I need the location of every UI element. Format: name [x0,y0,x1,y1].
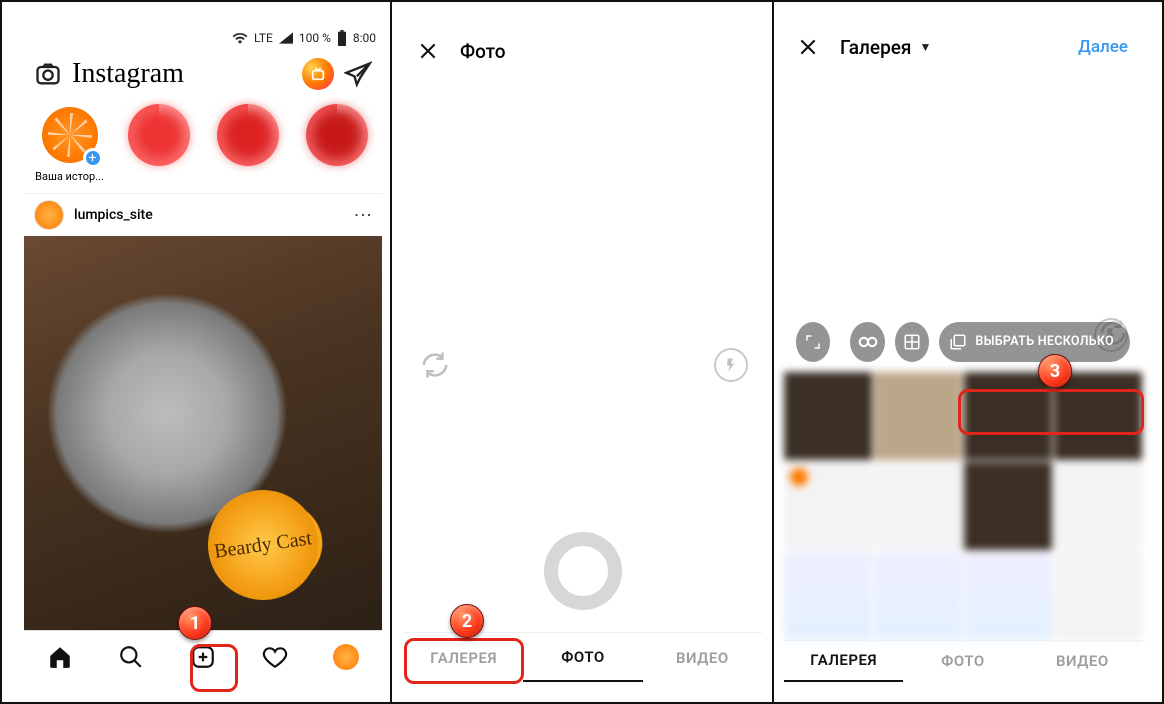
battery-icon [337,30,347,46]
chevron-down-icon[interactable]: ▼ [919,40,931,54]
gallery-grid[interactable] [784,372,1142,640]
source-tabbar: ГАЛЕРЕЯ ФОТО ВИДЕО [404,632,762,682]
screen-3-gallery-picker: Галерея ▼ Далее [784,26,1142,682]
crop-preview[interactable]: ВЫБРАТЬ НЕСКОЛЬКО [784,68,1142,372]
tab-photo[interactable]: ФОТО [523,633,642,682]
instagram-header: Instagram [24,50,382,98]
gallery-thumb[interactable] [1054,462,1142,550]
screen-1-instagram-feed: LTE 100 % 8:00 Instagram + Ваша истор... [24,26,382,682]
gallery-thumb[interactable] [784,552,872,640]
switch-camera-icon[interactable] [420,350,450,380]
post-image[interactable]: Beardy Cast [24,236,382,630]
gallery-thumb[interactable] [964,552,1052,640]
tab-gallery[interactable]: ГАЛЕРЕЯ [404,633,523,682]
crop-toolbar: ВЫБРАТЬ НЕСКОЛЬКО [784,322,1142,362]
story-item[interactable] [212,104,283,193]
nav-profile[interactable] [324,637,368,677]
flash-icon[interactable] [714,348,748,382]
close-icon[interactable] [798,37,818,57]
status-bar: LTE 100 % 8:00 [24,26,382,50]
nav-home[interactable] [38,637,82,677]
select-multiple-label: ВЫБРАТЬ НЕСКОЛЬКО [975,334,1114,349]
post-author-username[interactable]: lumpics_site [74,207,153,223]
gallery-thumb[interactable] [1054,372,1142,460]
topbar: Галерея ▼ Далее [784,26,1142,68]
post-more-icon[interactable]: ⋮ [352,206,373,225]
your-story-label: Ваша истор... [34,170,105,183]
topbar: Фото [404,26,762,76]
annotation-marker-3: 3 [1038,354,1072,388]
gallery-thumb[interactable] [874,372,962,460]
post-sticker: Beardy Cast [201,483,325,607]
select-multiple-button[interactable]: ВЫБРАТЬ НЕСКОЛЬКО [939,322,1130,362]
expand-icon[interactable] [796,322,830,362]
close-icon[interactable] [418,41,438,61]
stack-icon [949,333,967,351]
post-header: lumpics_site ⋮ [24,194,382,236]
source-tabbar: ГАЛЕРЕЯ ФОТО ВИДЕО [784,640,1142,682]
tab-gallery[interactable]: ГАЛЕРЕЯ [784,641,903,682]
switch-camera-icon[interactable] [1098,232,1128,262]
layout-icon[interactable] [895,322,929,362]
instagram-logo: Instagram [72,58,184,90]
next-button[interactable]: Далее [1078,37,1128,57]
gallery-thumb[interactable] [784,372,872,460]
status-time: 8:00 [353,31,376,45]
boomerang-icon[interactable] [850,322,884,362]
nav-search[interactable] [109,637,153,677]
shutter-button[interactable] [544,532,622,610]
nav-add-post[interactable] [181,637,225,677]
camera-icon[interactable] [34,60,62,88]
annotation-marker-1: 1 [178,606,212,640]
signal-icon [279,32,293,44]
tab-photo[interactable]: ФОТО [903,641,1022,682]
wifi-icon [232,32,248,44]
nav-activity[interactable] [253,637,297,677]
direct-messages-icon[interactable] [344,60,372,88]
status-network: LTE [254,31,273,45]
gallery-thumb[interactable] [964,372,1052,460]
camera-preview [404,76,762,632]
stories-tray[interactable]: + Ваша истор... [24,98,382,194]
story-item[interactable] [301,104,372,193]
gallery-thumb[interactable] [1054,552,1142,640]
tab-video[interactable]: ВИДЕО [1023,641,1142,682]
gallery-thumb[interactable] [874,462,962,550]
annotation-marker-2: 2 [450,604,484,638]
tab-video[interactable]: ВИДЕО [643,633,762,682]
status-battery: 100 % [299,31,331,45]
your-story[interactable]: + Ваша истор... [34,104,105,193]
screen-2-photo-capture: Фото ГАЛЕРЕЯ ФОТО ВИДЕО [404,26,762,682]
gallery-thumb[interactable] [874,552,962,640]
story-item[interactable] [123,104,194,193]
gallery-thumb[interactable] [784,462,872,550]
topbar-title: Фото [460,40,506,63]
topbar-title-dropdown[interactable]: Галерея [840,36,911,59]
gallery-thumb[interactable] [964,462,1052,550]
igtv-icon[interactable] [302,58,334,90]
add-story-icon[interactable]: + [83,148,103,168]
post-author-avatar[interactable] [34,200,64,230]
